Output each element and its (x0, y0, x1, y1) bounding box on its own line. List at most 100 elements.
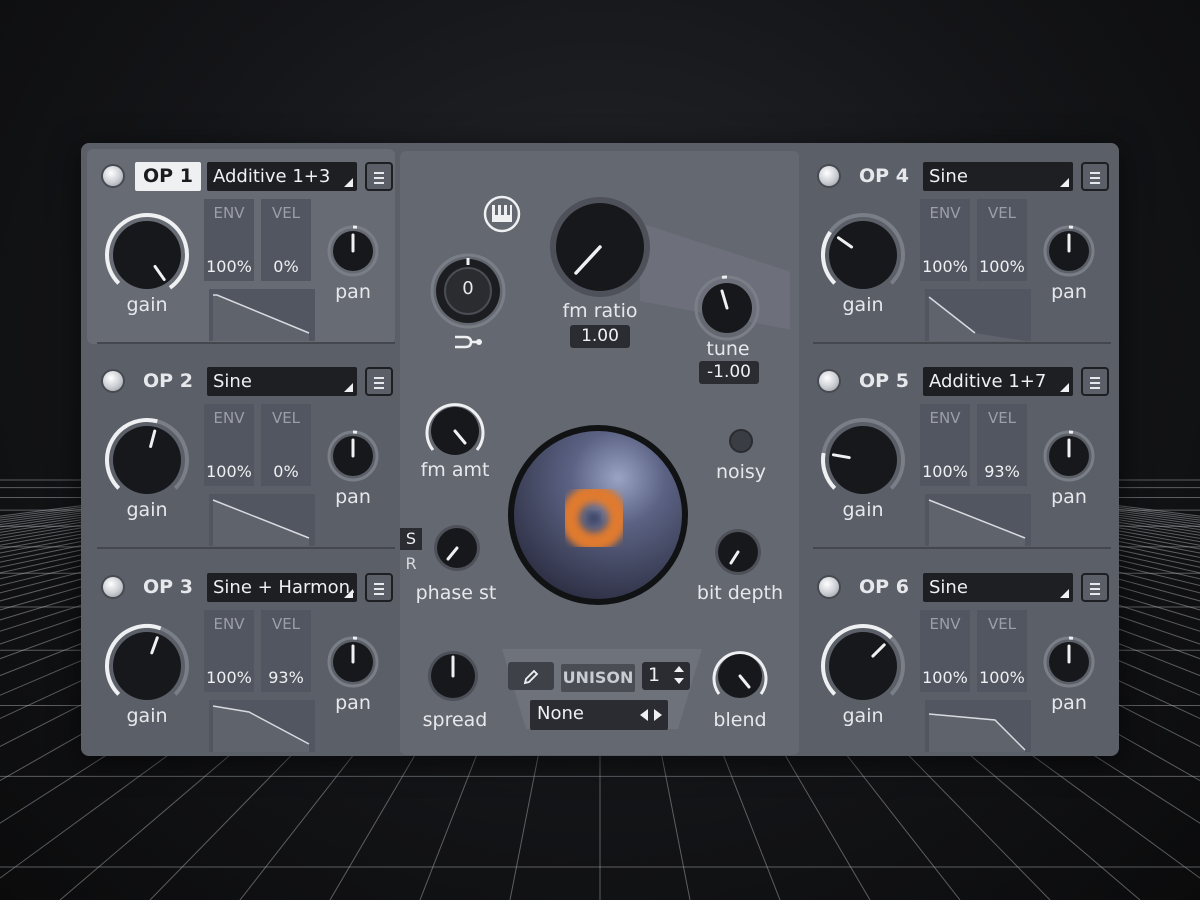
dropdown-arrow-icon (1060, 589, 1069, 598)
reset-toggle[interactable]: R (400, 553, 422, 575)
operator-title: OP 2 (143, 370, 193, 392)
operator-power-toggle[interactable] (103, 371, 123, 391)
waveform-dropdown[interactable]: Additive 1+7 (923, 367, 1073, 396)
menu-icon[interactable] (1081, 573, 1109, 602)
env-value: 100% (922, 257, 968, 276)
gain-label: gain (126, 294, 168, 316)
vel-amount[interactable]: VEL 100% (977, 610, 1027, 692)
gain-knob[interactable] (103, 416, 191, 504)
gain-label: gain (842, 499, 884, 521)
operator-1: OP 1 Additive 1+3 gain ENV 100% VEL 0% pan (87, 149, 395, 344)
menu-icon[interactable] (365, 162, 393, 191)
piano-keys-icon[interactable] (482, 194, 522, 234)
pan-knob[interactable] (1043, 225, 1095, 277)
vel-value: 0% (273, 462, 299, 481)
vel-amount[interactable]: VEL 100% (977, 199, 1027, 281)
waveform-value: Sine (213, 371, 252, 392)
tune-knob[interactable] (694, 275, 760, 341)
operator-2: OP 2 Sine gain ENV 100% VEL 0% pan (87, 354, 395, 549)
bit-depth-knob[interactable] (713, 527, 763, 577)
operator-power-toggle[interactable] (819, 577, 839, 597)
divider (97, 547, 395, 549)
waveform-dropdown[interactable]: Sine (207, 367, 357, 396)
menu-icon[interactable] (1081, 367, 1109, 396)
pan-label: pan (1051, 486, 1087, 508)
vel-amount[interactable]: VEL 93% (977, 404, 1027, 486)
next-arrow-icon[interactable] (654, 709, 662, 721)
vel-value: 100% (979, 257, 1025, 276)
menu-icon[interactable] (365, 573, 393, 602)
envelope-graph[interactable] (209, 494, 315, 546)
edit-button[interactable] (508, 662, 554, 690)
phase-st-knob[interactable] (432, 523, 482, 573)
waveform-dropdown[interactable]: Sine (923, 573, 1073, 602)
menu-icon[interactable] (365, 367, 393, 396)
pan-label: pan (1051, 692, 1087, 714)
envelope-graph[interactable] (925, 289, 1031, 341)
envelope-graph[interactable] (209, 289, 315, 341)
vel-amount[interactable]: VEL 0% (261, 199, 311, 281)
operator-title: OP 5 (859, 370, 909, 392)
fm-ratio-value[interactable]: 1.00 (570, 325, 630, 348)
env-amount[interactable]: ENV 100% (204, 199, 254, 281)
env-value: 100% (206, 462, 252, 481)
noisy-toggle[interactable] (728, 428, 754, 454)
menu-icon[interactable] (1081, 162, 1109, 191)
oscilloscope-orb-display (508, 425, 688, 605)
operator-4: OP 4 Sine gain ENV 100% VEL 100% pan (803, 149, 1111, 344)
env-amount[interactable]: ENV 100% (920, 404, 970, 486)
stepper-down-icon[interactable] (674, 678, 684, 684)
vel-value: 0% (273, 257, 299, 276)
pan-knob[interactable] (1043, 636, 1095, 688)
waveform-dropdown[interactable]: Additive 1+3 (207, 162, 357, 191)
envelope-graph[interactable] (925, 700, 1031, 752)
modulation-link-icon[interactable] (452, 333, 484, 351)
vel-amount[interactable]: VEL 0% (261, 404, 311, 486)
divider (813, 547, 1111, 549)
vel-label: VEL (271, 409, 301, 427)
pan-knob[interactable] (327, 636, 379, 688)
synth-panel: OP 1 Additive 1+3 gain ENV 100% VEL 0% pan OP 2… (81, 143, 1119, 756)
unison-voices-stepper[interactable]: 1 (642, 662, 690, 690)
dropdown-arrow-icon (344, 178, 353, 187)
fm-amt-knob[interactable] (424, 400, 486, 462)
operator-power-toggle[interactable] (819, 166, 839, 186)
vel-label: VEL (271, 615, 301, 633)
pan-knob[interactable] (1043, 430, 1095, 482)
vel-amount[interactable]: VEL 93% (261, 610, 311, 692)
gain-knob[interactable] (819, 416, 907, 504)
gain-knob[interactable] (819, 622, 907, 710)
blend-knob[interactable] (711, 647, 769, 705)
spread-knob[interactable] (426, 649, 480, 703)
env-amount[interactable]: ENV 100% (204, 404, 254, 486)
waveform-dropdown[interactable]: Sine + Harmon... (207, 573, 357, 602)
gain-knob[interactable] (103, 622, 191, 710)
operator-power-toggle[interactable] (103, 577, 123, 597)
prev-arrow-icon[interactable] (640, 709, 648, 721)
env-amount[interactable]: ENV 100% (920, 610, 970, 692)
stepper-up-icon[interactable] (674, 666, 684, 672)
bit-depth-label: bit depth (696, 582, 784, 604)
fm-ratio-knob[interactable] (546, 193, 654, 301)
env-amount[interactable]: ENV 100% (920, 199, 970, 281)
stereo-toggle[interactable]: S (400, 528, 422, 550)
operator-5: OP 5 Additive 1+7 gain ENV 100% VEL 93% pan (803, 354, 1111, 549)
unison-mode-selector[interactable]: None (530, 700, 668, 730)
tune-label: tune (706, 338, 750, 360)
pan-knob[interactable] (327, 225, 379, 277)
gain-knob[interactable] (819, 211, 907, 299)
gain-knob[interactable] (103, 211, 191, 299)
pan-knob[interactable] (327, 430, 379, 482)
operator-power-toggle[interactable] (103, 166, 123, 186)
env-amount[interactable]: ENV 100% (204, 610, 254, 692)
tune-value[interactable]: -1.00 (699, 361, 759, 384)
envelope-graph[interactable] (925, 494, 1031, 546)
operator-power-toggle[interactable] (819, 371, 839, 391)
waveform-dropdown[interactable]: Sine (923, 162, 1073, 191)
waveform-value: Additive 1+7 (929, 371, 1047, 392)
operator-3: OP 3 Sine + Harmon... gain ENV 100% VEL 93% pan (87, 560, 395, 755)
env-label: ENV (929, 204, 961, 222)
vel-label: VEL (987, 204, 1017, 222)
envelope-graph[interactable] (209, 700, 315, 752)
operator-6: OP 6 Sine gain ENV 100% VEL 100% pan (803, 560, 1111, 755)
